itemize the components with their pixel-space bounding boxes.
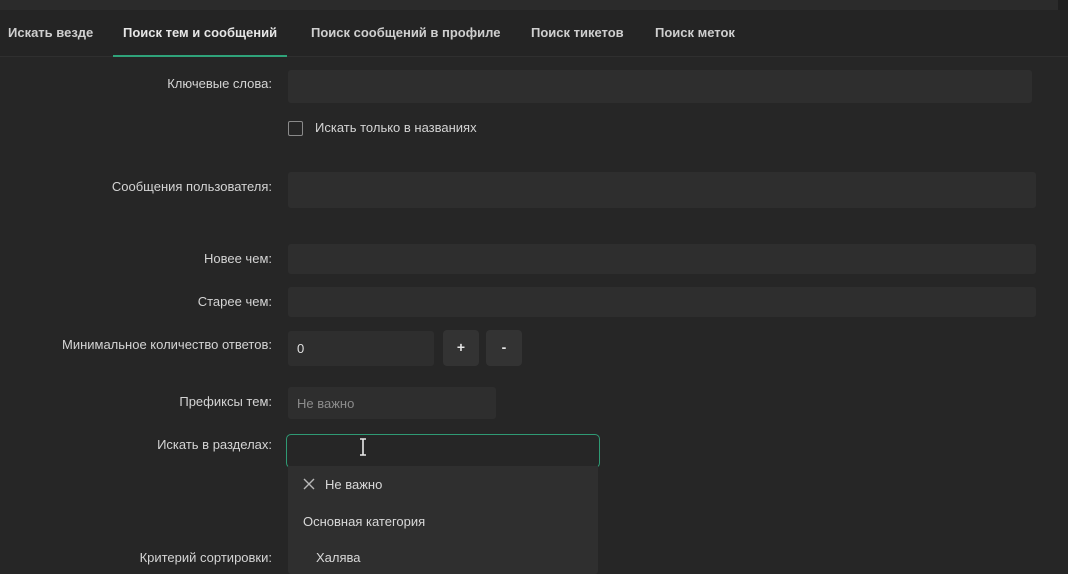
user-posts-input[interactable]	[288, 172, 1036, 208]
dropdown-item-main-category[interactable]: Основная категория	[303, 514, 425, 529]
decrement-button[interactable]: -	[486, 330, 522, 366]
search-tabs: Искать везде Поиск тем и сообщений Поиск…	[0, 10, 1068, 57]
user-posts-label: Сообщения пользователя:	[111, 179, 272, 194]
prefixes-placeholder: Не важно	[297, 396, 355, 411]
top-strip	[0, 0, 1068, 10]
sections-input[interactable]	[286, 434, 600, 468]
titles-only-label: Искать только в названиях	[315, 120, 477, 135]
min-replies-input[interactable]	[288, 331, 434, 366]
top-strip-bar	[0, 0, 1058, 10]
text-cursor-icon	[360, 438, 366, 456]
increment-button[interactable]: +	[443, 330, 479, 366]
min-replies-value: 0	[297, 341, 305, 356]
newer-than-label: Новее чем:	[203, 251, 272, 266]
prefixes-label: Префиксы тем:	[179, 394, 272, 409]
dropdown-item-any[interactable]: Не важно	[325, 477, 382, 492]
titles-only-checkbox[interactable]	[288, 121, 303, 136]
sections-label: Искать в разделах:	[157, 437, 272, 452]
older-than-input[interactable]	[288, 287, 1036, 317]
tab-search-everywhere[interactable]: Искать везде	[8, 10, 93, 56]
older-than-label: Старее чем:	[197, 294, 272, 309]
dropdown-item-freebies[interactable]: Халява	[316, 550, 361, 565]
tab-search-tags[interactable]: Поиск меток	[655, 10, 735, 56]
close-icon[interactable]	[303, 478, 315, 490]
min-replies-label: Минимальное количество ответов:	[61, 337, 272, 352]
tab-search-threads-posts[interactable]: Поиск тем и сообщений	[112, 10, 288, 57]
sort-label: Критерий сортировки:	[139, 550, 272, 565]
sections-dropdown: Не важно Основная категория Халява	[288, 466, 598, 574]
newer-than-input[interactable]	[288, 244, 1036, 274]
keywords-input[interactable]	[288, 70, 1032, 103]
tab-search-tickets[interactable]: Поиск тикетов	[531, 10, 624, 56]
tab-search-profile-posts[interactable]: Поиск сообщений в профиле	[311, 10, 500, 56]
keywords-label: Ключевые слова:	[167, 76, 272, 91]
